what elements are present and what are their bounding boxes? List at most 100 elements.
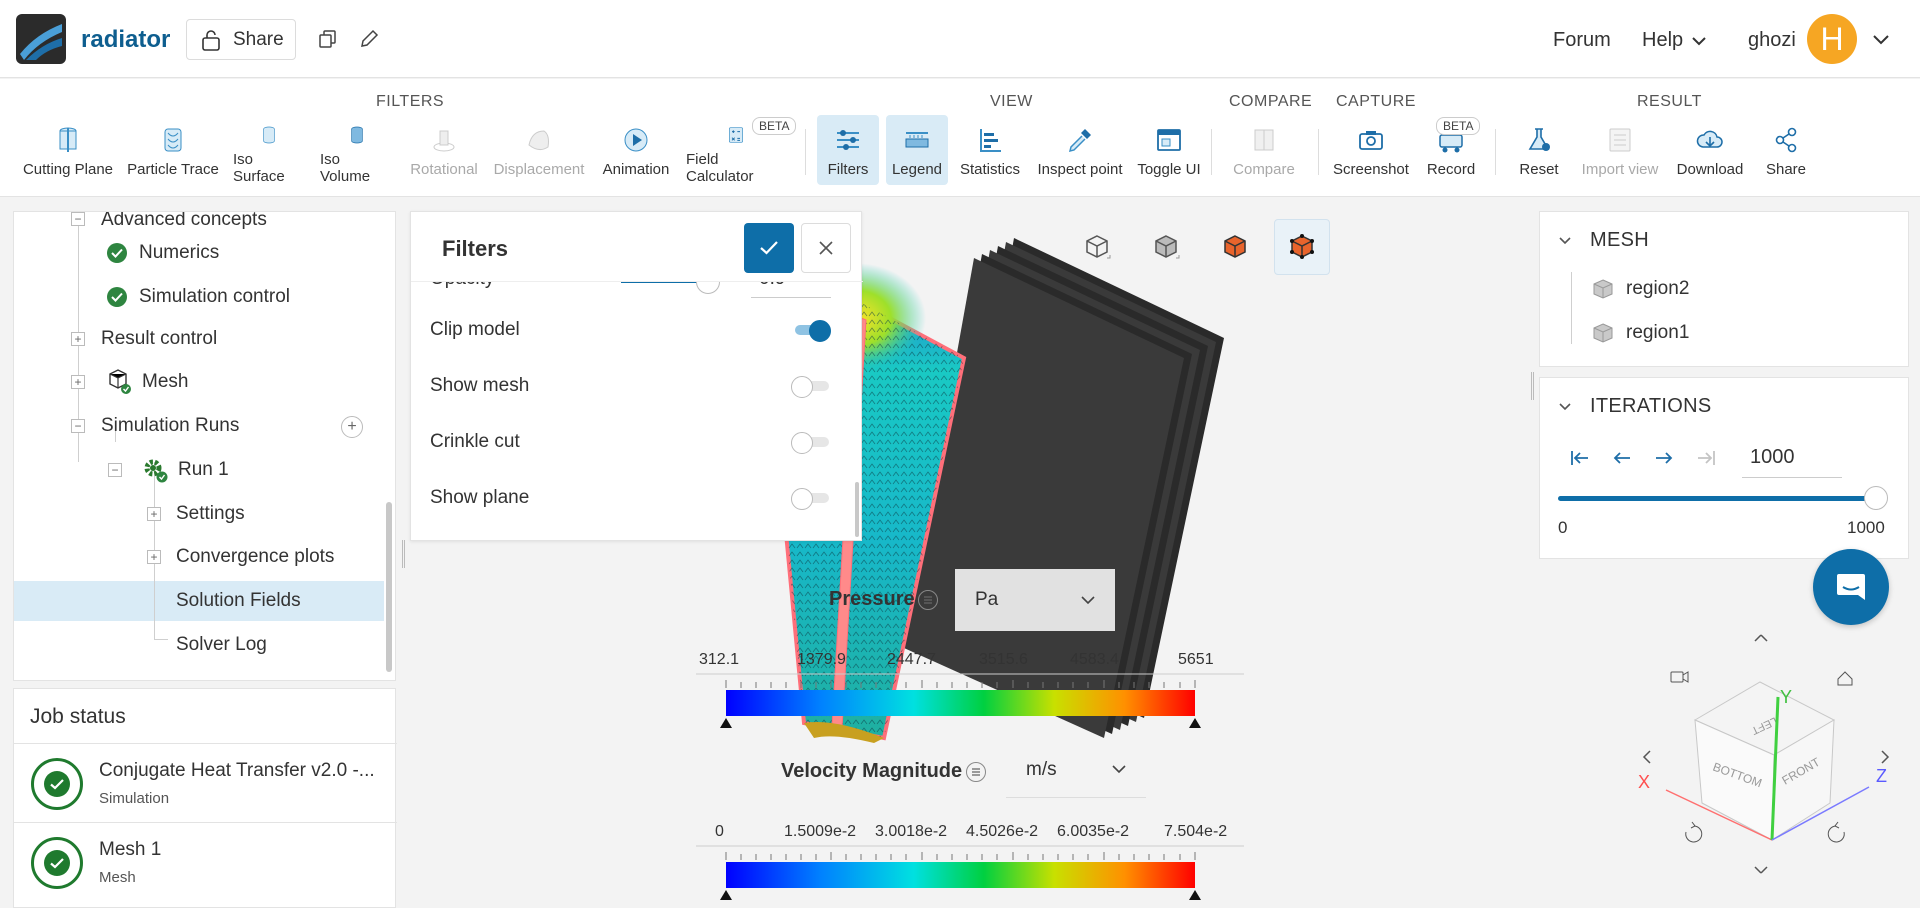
- user-name[interactable]: ghozi: [1748, 29, 1796, 52]
- job-name: Mesh 1: [99, 839, 162, 860]
- tool-import-view[interactable]: Import view: [1576, 115, 1664, 185]
- tool-screenshot[interactable]: Screenshot: [1330, 115, 1412, 185]
- tool-legend[interactable]: Legend: [886, 115, 948, 185]
- tree-scrollbar[interactable]: [386, 502, 392, 672]
- left-panel-resize-handle[interactable]: [402, 540, 405, 568]
- tree-item-numerics[interactable]: Numerics: [107, 233, 219, 273]
- tree-item-result-control[interactable]: Result control: [101, 319, 217, 359]
- share-icon: [1775, 127, 1797, 153]
- forum-link[interactable]: Forum: [1553, 29, 1611, 52]
- tree-expand-toggle[interactable]: +: [147, 507, 161, 521]
- tree-expand-toggle[interactable]: +: [71, 332, 85, 346]
- axis-x-label: X: [1638, 772, 1650, 792]
- filter-option-label: Crinkle cut: [430, 431, 520, 452]
- show-plane-toggle[interactable]: [791, 488, 831, 510]
- tool-cutting-plane[interactable]: Cutting Plane: [22, 115, 114, 185]
- help-menu[interactable]: Help: [1642, 29, 1707, 52]
- tool-iso-surface[interactable]: Iso Surface: [233, 115, 305, 185]
- first-iteration-icon[interactable]: [1569, 448, 1591, 468]
- user-menu-chevron-icon[interactable]: [1872, 34, 1890, 46]
- rotational-icon: [433, 130, 455, 152]
- chevron-down-icon[interactable]: [1558, 234, 1572, 248]
- tree-expand-toggle[interactable]: +: [71, 375, 85, 389]
- job-item[interactable]: Mesh 1 Mesh: [14, 822, 397, 900]
- tool-field-calculator[interactable]: BETA Field Calculator: [686, 115, 797, 185]
- tree-item-simulation-runs[interactable]: Simulation Runs: [101, 406, 239, 446]
- tree-item-settings[interactable]: Settings: [176, 494, 245, 534]
- beta-badge: BETA: [752, 117, 797, 135]
- job-name: Conjugate Heat Transfer v2.0 -...: [99, 760, 375, 781]
- view-surface-edges-button[interactable]: [1207, 219, 1263, 275]
- close-icon: [819, 241, 833, 255]
- chat-support-button[interactable]: [1813, 549, 1889, 625]
- tree-collapse-toggle[interactable]: −: [71, 419, 85, 433]
- share-project-button[interactable]: Share: [186, 19, 296, 60]
- tick-label: 4583.4: [1070, 651, 1119, 668]
- opacity-value-input[interactable]: 0.9: [751, 282, 831, 298]
- statistics-icon: [980, 129, 1001, 152]
- tree-item-label: Run 1: [178, 459, 229, 480]
- tool-iso-volume[interactable]: Iso Volume: [320, 115, 394, 185]
- pressure-unit-select[interactable]: Pa: [955, 569, 1115, 631]
- iteration-slider-track[interactable]: [1558, 496, 1876, 501]
- navigation-cube[interactable]: BOTTOM FRONT LEFT X Y Z: [1620, 625, 1910, 895]
- simscale-logo-icon[interactable]: [16, 14, 66, 64]
- tool-compare[interactable]: Compare: [1226, 115, 1302, 185]
- opacity-slider-knob[interactable]: [696, 282, 720, 294]
- iteration-slider-knob[interactable]: [1864, 486, 1888, 510]
- copy-icon[interactable]: [317, 28, 339, 50]
- view-surface-nodes-button[interactable]: [1274, 219, 1330, 275]
- next-iteration-icon[interactable]: [1653, 448, 1675, 468]
- legend-icon: [905, 132, 929, 148]
- last-iteration-icon[interactable]: [1695, 448, 1717, 468]
- tool-download[interactable]: Download: [1673, 115, 1747, 185]
- tool-statistics[interactable]: Statistics: [955, 115, 1025, 185]
- tree-item-label: Convergence plots: [176, 546, 335, 567]
- pipette-icon: [1068, 129, 1091, 153]
- edit-pencil-icon[interactable]: [358, 28, 380, 50]
- tree-item-run-1[interactable]: Run 1: [140, 450, 229, 490]
- previous-iteration-icon[interactable]: [1611, 448, 1633, 468]
- tree-expand-toggle[interactable]: +: [147, 550, 161, 564]
- legend-menu-icon[interactable]: [966, 762, 986, 782]
- crinkle-cut-toggle[interactable]: [791, 432, 831, 454]
- tool-record[interactable]: BETA Record: [1420, 115, 1482, 185]
- tree-item-simulation-control[interactable]: Simulation control: [107, 277, 290, 317]
- tool-displacement[interactable]: Displacement: [493, 115, 585, 185]
- tool-label: Field Calculator: [686, 151, 754, 185]
- clip-model-toggle[interactable]: [791, 320, 831, 342]
- tool-toggle-ui[interactable]: Toggle UI: [1135, 115, 1203, 185]
- show-mesh-toggle[interactable]: [791, 376, 831, 398]
- tree-item-convergence-plots[interactable]: Convergence plots: [176, 537, 334, 577]
- tool-share[interactable]: Share: [1758, 115, 1814, 185]
- tool-inspect-point[interactable]: Inspect point: [1034, 115, 1126, 185]
- tool-animation[interactable]: Animation: [601, 115, 671, 185]
- tool-rotational[interactable]: Rotational: [409, 115, 479, 185]
- iteration-input[interactable]: 1000: [1742, 440, 1842, 478]
- tree-item-label: Solution Fields: [176, 590, 301, 611]
- region-item[interactable]: region2: [1592, 278, 1689, 300]
- velocity-unit-select[interactable]: m/s: [1006, 742, 1146, 798]
- project-name[interactable]: radiator: [81, 26, 170, 54]
- filters-scrollbar[interactable]: [854, 282, 860, 541]
- view-solid-button[interactable]: [1138, 219, 1194, 275]
- chevron-down-icon[interactable]: [1558, 400, 1572, 414]
- tree-item-mesh[interactable]: Mesh: [106, 362, 188, 402]
- close-filters-button[interactable]: [801, 223, 851, 273]
- tree-collapse-toggle[interactable]: −: [108, 463, 122, 477]
- job-item[interactable]: Conjugate Heat Transfer v2.0 -... Simula…: [14, 743, 397, 821]
- view-wireframe-button[interactable]: [1069, 219, 1125, 275]
- tool-particle-trace[interactable]: Particle Trace: [127, 115, 219, 185]
- tree-item-solution-fields[interactable]: Solution Fields: [14, 581, 384, 621]
- apply-filters-button[interactable]: [744, 223, 794, 273]
- tool-filters[interactable]: Filters: [817, 115, 879, 185]
- cube-outline-icon: [1086, 235, 1111, 259]
- avatar[interactable]: H: [1807, 14, 1857, 64]
- region-item[interactable]: region1: [1592, 322, 1689, 344]
- tree-item-solver-log[interactable]: Solver Log: [176, 625, 267, 665]
- tree-collapse-toggle[interactable]: −: [71, 212, 85, 226]
- add-run-button[interactable]: +: [341, 416, 363, 438]
- legend-menu-icon[interactable]: [918, 590, 938, 610]
- tool-reset[interactable]: Reset: [1510, 115, 1568, 185]
- right-panel-resize-handle[interactable]: [1531, 372, 1534, 400]
